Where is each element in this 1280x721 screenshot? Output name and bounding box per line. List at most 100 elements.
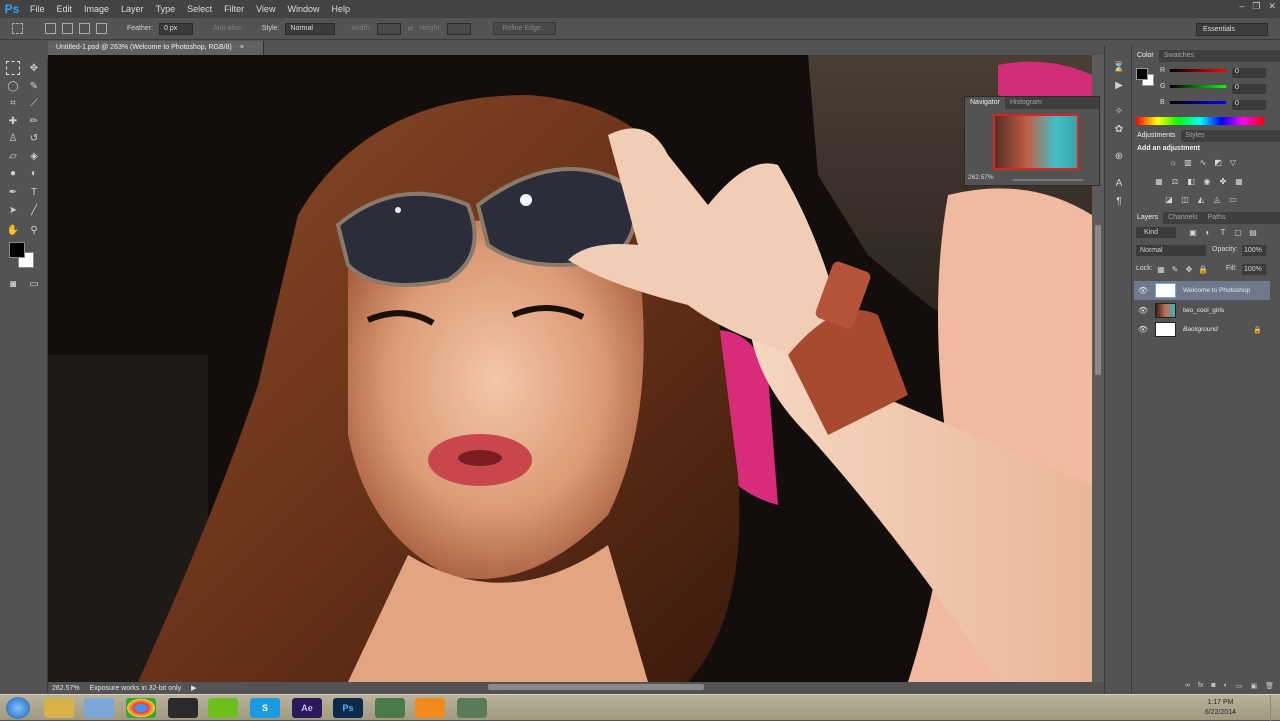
marquee-preset-icon[interactable]	[12, 23, 23, 34]
menu-window[interactable]: Window	[281, 0, 325, 18]
exposure-icon[interactable]: ◩	[1213, 157, 1223, 167]
type-tool-icon[interactable]: T	[27, 185, 41, 199]
brush-settings-icon[interactable]: ✧	[1112, 104, 1126, 118]
new-layer-icon[interactable]: ▣	[1250, 682, 1257, 694]
link-layers-icon[interactable]: ∞	[1185, 682, 1190, 694]
layer-kind-filter[interactable]: Kind	[1136, 227, 1176, 238]
clone-stamp-tool-icon[interactable]: ♙	[6, 131, 20, 145]
tab-adjustments[interactable]: Adjustments	[1132, 130, 1181, 142]
tab-histogram[interactable]: Histogram	[1005, 97, 1047, 109]
channel-b-slider[interactable]	[1170, 101, 1226, 104]
layer-visibility-icon[interactable]: 👁	[1138, 286, 1148, 296]
color-lookup-icon[interactable]: ▦	[1234, 176, 1244, 186]
brush-presets-icon[interactable]: ✿	[1112, 122, 1126, 136]
layer-visibility-icon[interactable]: 👁	[1138, 325, 1148, 335]
fill-input[interactable]: 100%	[1242, 264, 1266, 275]
menu-help[interactable]: Help	[325, 0, 356, 18]
channel-g-input[interactable]: 0	[1232, 84, 1266, 94]
blend-mode-select[interactable]: Normal	[1136, 245, 1206, 256]
tab-channels[interactable]: Channels	[1163, 212, 1203, 224]
brightness-contrast-icon[interactable]: ☼	[1168, 157, 1178, 167]
layer-row-background[interactable]: 👁 Background 🔒	[1134, 320, 1270, 339]
path-selection-tool-icon[interactable]: ➤	[6, 203, 20, 217]
color-foreground-swatch[interactable]	[1136, 68, 1148, 80]
hand-tool-icon[interactable]: ✋	[6, 223, 20, 237]
show-desktop-button[interactable]	[1270, 695, 1280, 721]
clone-source-icon[interactable]: ⊕	[1112, 149, 1126, 163]
zoom-tool-icon[interactable]: ⚲	[27, 223, 41, 237]
crop-tool-icon[interactable]: ⌗	[6, 96, 20, 110]
workspace-select[interactable]: Essentials	[1196, 23, 1268, 36]
quick-mask-icon[interactable]: ◙	[6, 277, 20, 291]
gradient-map-icon[interactable]: ▭	[1228, 194, 1238, 204]
close-button[interactable]: ✕	[1268, 0, 1276, 12]
dodge-tool-icon[interactable]: ◐	[27, 166, 41, 180]
navigator-thumbnail[interactable]	[993, 114, 1079, 170]
menu-view[interactable]: View	[250, 0, 281, 18]
filter-smart-icon[interactable]: ▤	[1248, 227, 1258, 237]
layer-style-icon[interactable]: fx	[1198, 682, 1203, 694]
invert-icon[interactable]: ◪	[1164, 194, 1174, 204]
spotify-taskbar-icon[interactable]	[208, 698, 238, 718]
screen-mode-icon[interactable]: ▭	[27, 277, 41, 291]
steam-taskbar-icon[interactable]	[168, 698, 198, 718]
intersect-selection-icon[interactable]	[96, 23, 107, 34]
tab-paths[interactable]: Paths	[1203, 212, 1231, 224]
menu-file[interactable]: File	[24, 0, 51, 18]
height-input[interactable]	[447, 22, 472, 35]
explorer-taskbar-icon[interactable]	[44, 698, 74, 718]
tab-navigator[interactable]: Navigator	[965, 97, 1005, 109]
document-canvas[interactable]	[48, 55, 1092, 682]
history-brush-tool-icon[interactable]: ↺	[27, 131, 41, 145]
width-input[interactable]	[377, 22, 402, 35]
lock-transparent-icon[interactable]: ▦	[1156, 264, 1166, 274]
healing-brush-tool-icon[interactable]: ✚	[6, 114, 20, 128]
pen-tool-icon[interactable]: ✒	[6, 185, 20, 199]
brush-tool-icon[interactable]: ✏	[27, 114, 41, 128]
lock-all-icon[interactable]: 🔒	[1198, 264, 1208, 274]
eraser-tool-icon[interactable]: ▱	[6, 149, 20, 163]
notepad-taskbar-icon[interactable]	[84, 698, 114, 718]
skype-taskbar-icon[interactable]: S	[250, 698, 280, 718]
lasso-tool-icon[interactable]: ◯	[6, 79, 20, 93]
swap-icon[interactable]: ⇄	[407, 25, 413, 33]
close-document-icon[interactable]: ×	[240, 44, 244, 51]
app-taskbar-icon[interactable]	[375, 698, 405, 718]
style-select[interactable]: Normal	[285, 22, 336, 35]
threshold-icon[interactable]: ◭	[1196, 194, 1206, 204]
channel-mixer-icon[interactable]: ✤	[1218, 176, 1228, 186]
channel-b-input[interactable]: 0	[1232, 100, 1266, 110]
start-button[interactable]	[6, 697, 30, 719]
anti-alias-checkbox[interactable]: Anti-alias	[213, 25, 242, 32]
levels-icon[interactable]: ▥	[1183, 157, 1193, 167]
chrome-taskbar-icon[interactable]	[126, 698, 156, 718]
tab-styles[interactable]: Styles	[1181, 130, 1210, 142]
layer-visibility-icon[interactable]: 👁	[1138, 306, 1148, 316]
actions-icon[interactable]: ▶	[1112, 78, 1126, 92]
menu-image[interactable]: Image	[78, 0, 115, 18]
color-spectrum-bar[interactable]	[1136, 117, 1264, 125]
photo-filter-icon[interactable]: ◉	[1202, 176, 1212, 186]
character-icon[interactable]: A	[1112, 176, 1126, 190]
channel-g-slider[interactable]	[1170, 85, 1226, 88]
horizontal-scroll-thumb[interactable]	[488, 684, 704, 690]
lock-position-icon[interactable]: ✥	[1184, 264, 1194, 274]
lock-pixels-icon[interactable]: ✎	[1170, 264, 1180, 274]
menu-edit[interactable]: Edit	[51, 0, 79, 18]
quick-selection-tool-icon[interactable]: ✎	[27, 79, 41, 93]
selective-color-icon[interactable]: ◬	[1212, 194, 1222, 204]
menu-filter[interactable]: Filter	[218, 0, 250, 18]
blur-tool-icon[interactable]: ●	[6, 166, 20, 180]
black-white-icon[interactable]: ◧	[1186, 176, 1196, 186]
status-arrow-icon[interactable]: ▶	[191, 684, 196, 692]
eyedropper-tool-icon[interactable]: ⟋	[27, 96, 41, 110]
history-icon[interactable]: ⌛	[1112, 60, 1126, 74]
opacity-input[interactable]: 100%	[1242, 245, 1266, 256]
vertical-scroll-thumb[interactable]	[1095, 225, 1101, 375]
tab-layers[interactable]: Layers	[1132, 212, 1164, 224]
zoom-level[interactable]: 262.57%	[52, 685, 80, 692]
layer-row-two-cool-girls[interactable]: 👁 two_cool_girls	[1134, 301, 1270, 320]
menu-select[interactable]: Select	[181, 0, 218, 18]
marquee-tool-icon[interactable]	[6, 61, 20, 75]
tab-color[interactable]: Color	[1132, 50, 1159, 62]
